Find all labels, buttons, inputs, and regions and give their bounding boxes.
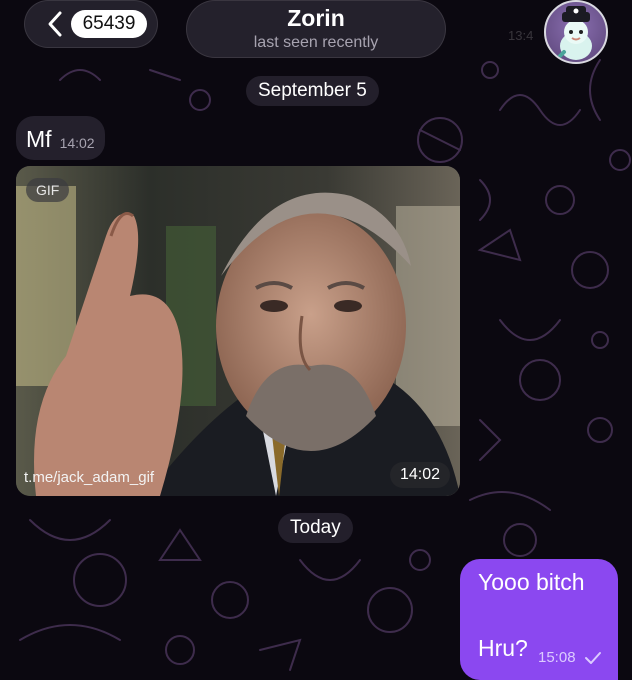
incoming-gif-message[interactable]: GIF t.me/jack_adam_gif 14:02 <box>16 166 460 496</box>
gif-source-link[interactable]: t.me/jack_adam_gif <box>24 469 154 486</box>
gif-label-badge: GIF <box>26 178 70 202</box>
contact-status: last seen recently <box>253 34 379 51</box>
message-text: Mf <box>26 126 52 152</box>
message-time: 15:08 <box>538 649 576 666</box>
chevron-left-icon <box>48 11 62 37</box>
message-text-line: Yooo bitch <box>478 569 585 595</box>
contact-name: Zorin <box>287 5 345 31</box>
back-button[interactable]: 65439 <box>24 0 158 48</box>
outgoing-message-bubble[interactable]: Yooo bitch Hru? 15:08 <box>460 559 618 680</box>
chat-header-title[interactable]: Zorin last seen recently <box>186 0 446 58</box>
date-separator: Today <box>278 513 353 543</box>
unread-count-badge: 65439 <box>71 10 147 38</box>
avatar-character-icon <box>556 6 592 60</box>
faded-timestamp: 13:4 <box>508 28 534 43</box>
message-time: 14:02 <box>59 135 95 151</box>
check-icon <box>585 652 601 664</box>
message-time: 14:02 <box>389 462 450 488</box>
contact-avatar[interactable] <box>544 0 608 64</box>
gif-preview-image <box>16 166 460 496</box>
message-text-line: Hru? <box>478 635 528 661</box>
date-separator: September 5 <box>246 76 379 106</box>
incoming-message-bubble[interactable]: Mf 14:02 <box>16 116 105 160</box>
